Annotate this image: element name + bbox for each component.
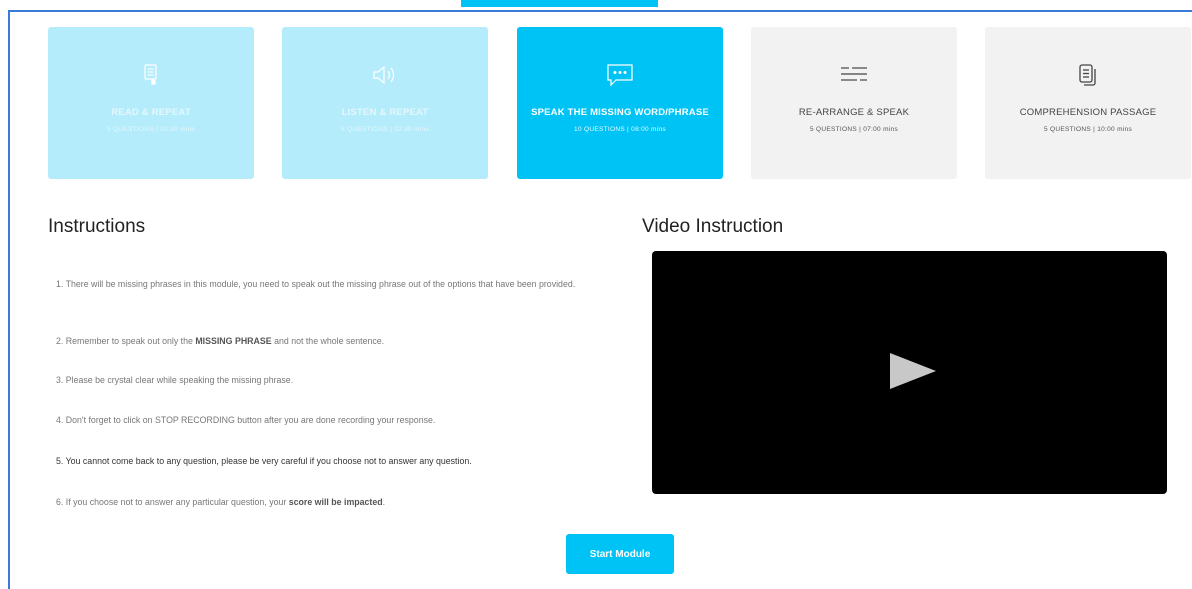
instruction-item-3: 3. Please be crystal clear while speakin… bbox=[56, 375, 294, 385]
instruction-item-5: 5. You cannot come back to any question,… bbox=[56, 456, 472, 466]
speaker-icon bbox=[370, 61, 400, 89]
instructions-heading: Instructions bbox=[48, 216, 146, 237]
module-title: LISTEN & REPEAT bbox=[341, 107, 429, 118]
video-player[interactable] bbox=[652, 251, 1167, 494]
instruction-item-4: 4. Don't forget to click on STOP RECORDI… bbox=[56, 415, 436, 425]
module-title: COMPREHENSION PASSAGE bbox=[1019, 107, 1157, 118]
play-icon[interactable] bbox=[890, 353, 936, 389]
module-title: READ & REPEAT bbox=[111, 107, 191, 118]
module-meta: 5 QUESTIONS | 07:00 mins bbox=[810, 126, 898, 133]
module-meta: 5 QUESTIONS | 02:30 mins bbox=[107, 126, 195, 133]
module-card-rearrange-speak[interactable]: RE-ARRANGE & SPEAK 5 QUESTIONS | 07:00 m… bbox=[751, 27, 957, 179]
module-meta: 5 QUESTIONS | 10:00 mins bbox=[1044, 126, 1132, 133]
module-card-listen-repeat[interactable]: LISTEN & REPEAT 5 QUESTIONS | 02:30 mins bbox=[282, 27, 488, 179]
document-icon bbox=[1073, 61, 1103, 89]
start-module-button[interactable]: Start Module bbox=[566, 534, 674, 574]
module-card-comprehension-passage[interactable]: COMPREHENSION PASSAGE 5 QUESTIONS | 10:0… bbox=[985, 27, 1191, 179]
module-meta: 5 QUESTIONS | 02:30 mins bbox=[341, 126, 429, 133]
instruction-item-6: 6. If you choose not to answer any parti… bbox=[56, 497, 386, 507]
video-instruction-heading: Video Instruction bbox=[642, 216, 784, 237]
rearrange-lines-icon bbox=[839, 61, 869, 89]
instruction-item-2: 2. Remember to speak out only the MISSIN… bbox=[56, 336, 385, 346]
module-card-speak-missing-word[interactable]: SPEAK THE MISSING WORD/PHRASE 10 QUESTIO… bbox=[517, 27, 723, 179]
module-card-read-repeat[interactable]: READ & REPEAT 5 QUESTIONS | 02:30 mins bbox=[48, 27, 254, 179]
top-tab-indicator bbox=[461, 0, 658, 7]
chat-bubble-icon bbox=[605, 61, 635, 89]
module-meta: 10 QUESTIONS | 08:00 mins bbox=[574, 126, 666, 133]
module-title: RE-ARRANGE & SPEAK bbox=[798, 107, 910, 118]
hand-document-icon bbox=[136, 61, 166, 89]
instruction-item-1: 1. There will be missing phrases in this… bbox=[56, 279, 576, 289]
module-title: SPEAK THE MISSING WORD/PHRASE bbox=[531, 107, 709, 118]
